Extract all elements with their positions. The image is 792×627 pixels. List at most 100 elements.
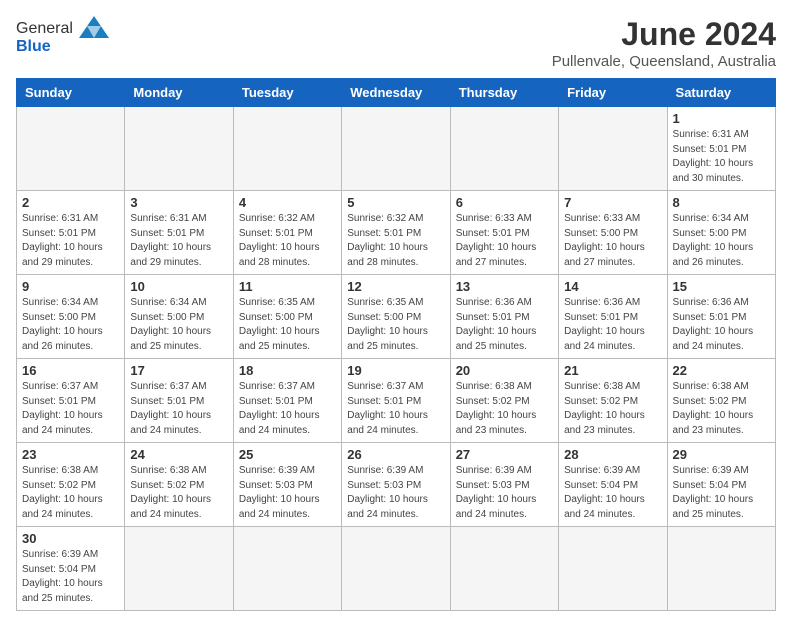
calendar-cell: 17 Sunrise: 6:37 AM Sunset: 5:01 PM Dayli… [125,359,233,443]
day-number: 5 [347,195,444,210]
calendar-cell: 1Sunrise: 6:31 AM Sunset: 5:01 PM Daylig… [667,107,775,191]
header-tuesday: Tuesday [233,79,341,107]
day-info: Sunrise: 6:35 AM Sunset: 5:00 PM Dayligh… [347,296,444,354]
calendar-cell: 12 Sunrise: 6:35 AM Sunset: 5:00 PM Dayli… [342,275,450,359]
day-number: 3 [130,195,227,210]
header-friday: Friday [559,79,667,107]
day-info: Sunrise: 6:39 AM Sunset: 5:04 PM Dayligh… [564,464,661,522]
calendar-cell [233,527,341,611]
day-info: Sunrise: 6:35 AM Sunset: 5:00 PM Dayligh… [239,296,336,354]
calendar-cell [125,107,233,191]
header-thursday: Thursday [450,79,558,107]
header-row: SundayMondayTuesdayWednesdayThursdayFrid… [17,79,776,107]
header-monday: Monday [125,79,233,107]
day-info: Sunrise: 6:36 AM Sunset: 5:01 PM Dayligh… [456,296,553,354]
day-info: Sunrise: 6:32 AM Sunset: 5:01 PM Dayligh… [239,212,336,270]
month-title: June 2024 [552,16,776,53]
day-number: 9 [22,279,119,294]
calendar-cell [559,527,667,611]
day-number: 24 [130,447,227,462]
calendar-cell: 8 Sunrise: 6:34 AM Sunset: 5:00 PM Daylig… [667,191,775,275]
day-number: 16 [22,363,119,378]
day-number: 17 [130,363,227,378]
day-info: Sunrise: 6:39 AM Sunset: 5:04 PM Dayligh… [22,548,119,606]
day-number: 28 [564,447,661,462]
week-row-3: 16 Sunrise: 6:37 AM Sunset: 5:01 PM Dayli… [17,359,776,443]
week-row-0: 1Sunrise: 6:31 AM Sunset: 5:01 PM Daylig… [17,107,776,191]
calendar-cell: 19Sunrise: 6:37 AM Sunset: 5:01 PM Dayli… [342,359,450,443]
day-info: Sunrise: 6:34 AM Sunset: 5:00 PM Dayligh… [673,212,770,270]
calendar-cell: 22 Sunrise: 6:38 AM Sunset: 5:02 PM Dayli… [667,359,775,443]
day-number: 12 [347,279,444,294]
day-info: Sunrise: 6:33 AM Sunset: 5:00 PM Dayligh… [564,212,661,270]
day-info: Sunrise: 6:36 AM Sunset: 5:01 PM Dayligh… [673,296,770,354]
calendar-cell: 28 Sunrise: 6:39 AM Sunset: 5:04 PM Dayli… [559,443,667,527]
header-sunday: Sunday [17,79,125,107]
day-info: Sunrise: 6:34 AM Sunset: 5:00 PM Dayligh… [130,296,227,354]
calendar-cell [450,527,558,611]
day-info: Sunrise: 6:37 AM Sunset: 5:01 PM Dayligh… [239,380,336,438]
day-number: 6 [456,195,553,210]
calendar-cell: 3 Sunrise: 6:31 AM Sunset: 5:01 PM Daylig… [125,191,233,275]
day-number: 8 [673,195,770,210]
day-number: 14 [564,279,661,294]
day-number: 30 [22,531,119,546]
day-info: Sunrise: 6:34 AM Sunset: 5:00 PM Dayligh… [22,296,119,354]
day-number: 22 [673,363,770,378]
calendar-cell [559,107,667,191]
calendar-cell: 24 Sunrise: 6:38 AM Sunset: 5:02 PM Dayli… [125,443,233,527]
calendar-cell: 9 Sunrise: 6:34 AM Sunset: 5:00 PM Daylig… [17,275,125,359]
day-info: Sunrise: 6:37 AM Sunset: 5:01 PM Dayligh… [130,380,227,438]
calendar-cell [450,107,558,191]
calendar-cell [125,527,233,611]
calendar-cell [17,107,125,191]
title-area: June 2024 Pullenvale, Queensland, Austra… [552,16,776,70]
week-row-4: 23Sunrise: 6:38 AM Sunset: 5:02 PM Dayli… [17,443,776,527]
day-number: 26 [347,447,444,462]
calendar-cell: 4 Sunrise: 6:32 AM Sunset: 5:01 PM Daylig… [233,191,341,275]
day-info: Sunrise: 6:38 AM Sunset: 5:02 PM Dayligh… [673,380,770,438]
calendar-cell: 20Sunrise: 6:38 AM Sunset: 5:02 PM Dayli… [450,359,558,443]
calendar-cell: 30 Sunrise: 6:39 AM Sunset: 5:04 PM Dayli… [17,527,125,611]
calendar-cell [342,527,450,611]
day-info: Sunrise: 6:38 AM Sunset: 5:02 PM Dayligh… [130,464,227,522]
day-number: 25 [239,447,336,462]
calendar-cell: 29Sunrise: 6:39 AM Sunset: 5:04 PM Dayli… [667,443,775,527]
day-number: 7 [564,195,661,210]
logo: General Blue [16,16,109,56]
header-saturday: Saturday [667,79,775,107]
day-info: Sunrise: 6:32 AM Sunset: 5:01 PM Dayligh… [347,212,444,270]
calendar-cell: 25Sunrise: 6:39 AM Sunset: 5:03 PM Dayli… [233,443,341,527]
day-number: 10 [130,279,227,294]
day-info: Sunrise: 6:31 AM Sunset: 5:01 PM Dayligh… [22,212,119,270]
day-number: 18 [239,363,336,378]
day-number: 4 [239,195,336,210]
header: General Blue June 2024 Pullenvale, Queen… [16,16,776,70]
calendar-cell: 23Sunrise: 6:38 AM Sunset: 5:02 PM Dayli… [17,443,125,527]
calendar-cell: 5 Sunrise: 6:32 AM Sunset: 5:01 PM Daylig… [342,191,450,275]
calendar-cell [667,527,775,611]
day-info: Sunrise: 6:38 AM Sunset: 5:02 PM Dayligh… [22,464,119,522]
day-number: 2 [22,195,119,210]
calendar-cell [233,107,341,191]
calendar-cell: 26Sunrise: 6:39 AM Sunset: 5:03 PM Dayli… [342,443,450,527]
calendar-cell: 13Sunrise: 6:36 AM Sunset: 5:01 PM Dayli… [450,275,558,359]
calendar-cell: 2 Sunrise: 6:31 AM Sunset: 5:01 PM Daylig… [17,191,125,275]
week-row-2: 9 Sunrise: 6:34 AM Sunset: 5:00 PM Daylig… [17,275,776,359]
day-number: 15 [673,279,770,294]
calendar-cell: 14 Sunrise: 6:36 AM Sunset: 5:01 PM Dayli… [559,275,667,359]
calendar-cell: 7 Sunrise: 6:33 AM Sunset: 5:00 PM Daylig… [559,191,667,275]
day-info: Sunrise: 6:31 AM Sunset: 5:01 PM Dayligh… [130,212,227,270]
day-number: 19 [347,363,444,378]
day-number: 29 [673,447,770,462]
day-info: Sunrise: 6:36 AM Sunset: 5:01 PM Dayligh… [564,296,661,354]
day-info: Sunrise: 6:39 AM Sunset: 5:03 PM Dayligh… [456,464,553,522]
calendar-cell: 10 Sunrise: 6:34 AM Sunset: 5:00 PM Dayli… [125,275,233,359]
calendar-cell: 21Sunrise: 6:38 AM Sunset: 5:02 PM Dayli… [559,359,667,443]
calendar-cell: 27Sunrise: 6:39 AM Sunset: 5:03 PM Dayli… [450,443,558,527]
calendar-cell [342,107,450,191]
day-info: Sunrise: 6:31 AM Sunset: 5:01 PM Dayligh… [673,128,770,186]
calendar: SundayMondayTuesdayWednesdayThursdayFrid… [16,78,776,611]
calendar-cell: 6Sunrise: 6:33 AM Sunset: 5:01 PM Daylig… [450,191,558,275]
calendar-cell: 16Sunrise: 6:37 AM Sunset: 5:01 PM Dayli… [17,359,125,443]
